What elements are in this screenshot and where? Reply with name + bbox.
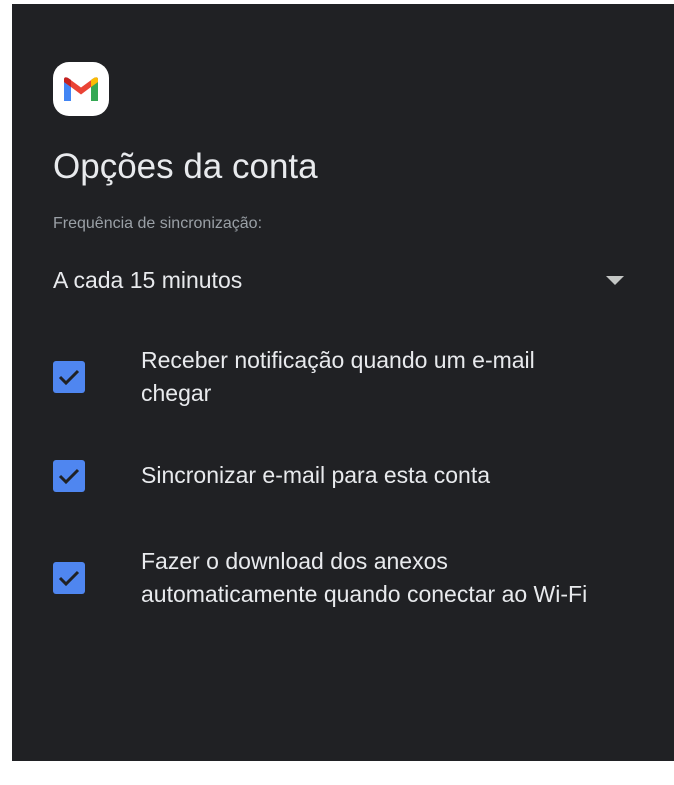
dropdown-arrow-icon (606, 275, 624, 285)
sync-frequency-value: A cada 15 minutos (53, 266, 243, 293)
option-notify-new-email[interactable]: Receber notificação quando um e-mail che… (53, 344, 633, 410)
gmail-logo-icon (53, 62, 109, 116)
checkmark-icon (58, 468, 80, 484)
page-title: Opções da conta (53, 147, 318, 186)
checkmark-icon (58, 570, 80, 587)
option-label: Fazer o download dos anexos automaticame… (141, 548, 588, 607)
sync-frequency-dropdown[interactable]: A cada 15 minutos (53, 260, 628, 300)
option-sync-email[interactable]: Sincronizar e-mail para esta conta (53, 459, 633, 492)
sync-frequency-label: Frequência de sincronização: (53, 215, 263, 232)
option-label: Sincronizar e-mail para esta conta (141, 462, 490, 488)
option-auto-download-attachments[interactable]: Fazer o download dos anexos automaticame… (53, 545, 633, 611)
account-options-screen: Opções da conta Frequência de sincroniza… (12, 4, 674, 761)
checkbox-checked-icon[interactable] (53, 361, 85, 393)
option-label: Receber notificação quando um e-mail che… (141, 347, 535, 406)
checkbox-checked-icon[interactable] (53, 562, 85, 594)
checkmark-icon (58, 369, 80, 386)
gmail-m-icon (64, 77, 98, 101)
checkbox-checked-icon[interactable] (53, 459, 85, 492)
